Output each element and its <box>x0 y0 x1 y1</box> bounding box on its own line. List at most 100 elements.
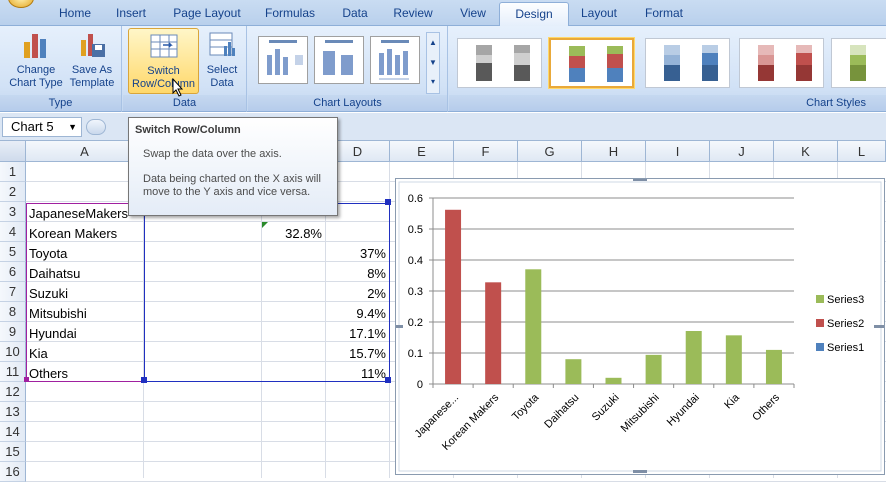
select-all-corner[interactable] <box>0 141 26 162</box>
y-tick-label: 0.2 <box>408 317 423 329</box>
legend-swatch-series3 <box>816 295 824 303</box>
legend-label-series2: Series2 <box>827 318 864 330</box>
tooltip-title: Switch Row/Column <box>135 124 241 136</box>
legend-label-series3: Series3 <box>827 294 864 306</box>
change-chart-type-button[interactable]: Change Chart Type <box>6 28 66 94</box>
row-header-4[interactable]: 4 <box>0 222 26 242</box>
ribbon-tab-bar: Home Insert Page Layout Formulas Data Review V… <box>0 0 886 27</box>
tab-home[interactable]: Home <box>54 5 96 26</box>
save-as-template-button[interactable]: Save As Template <box>66 28 118 94</box>
row-header-3[interactable]: 3 <box>0 202 26 222</box>
column-header-h[interactable]: H <box>582 141 646 162</box>
bar-series3-6 <box>685 330 702 384</box>
range-resize-handle-bottom[interactable] <box>385 377 391 383</box>
legend-swatch-series2 <box>816 319 824 327</box>
tab-review[interactable]: Review <box>388 5 438 26</box>
row-header-15[interactable]: 15 <box>0 442 26 462</box>
tab-design[interactable]: Design <box>499 2 569 27</box>
x-category-label: Toyota <box>510 391 542 423</box>
column-header-j[interactable]: J <box>710 141 774 162</box>
change-chart-type-label: Change Chart Type <box>9 64 63 89</box>
tab-insert[interactable]: Insert <box>110 5 152 26</box>
x-category-label: Others <box>750 391 782 423</box>
tooltip-text-1: Swap the data over the axis. <box>143 148 282 160</box>
chart-layouts-group: ▲ ▼ ▾ Chart Layouts <box>248 26 448 112</box>
more-icon[interactable]: ▾ <box>427 73 439 91</box>
name-box[interactable]: Chart 5 ▼ <box>2 117 82 137</box>
select-data-label: Select Data <box>206 64 238 89</box>
chart-object[interactable]: 0 0.1 0.2 0.3 0.4 0.5 0.6 Japanese... Korean Mak… <box>389 178 886 475</box>
data-group: Switch Row/Column Select Data Data <box>123 26 247 112</box>
scroll-up-icon[interactable]: ▲ <box>427 33 439 53</box>
chart-layouts-scroll[interactable]: ▲ ▼ ▾ <box>426 32 440 94</box>
chart-resize-handle <box>874 325 886 328</box>
row-header-11[interactable]: 11 <box>0 362 26 382</box>
row-header-2[interactable]: 2 <box>0 182 26 202</box>
chart-resize-handle <box>633 178 647 181</box>
category-range-highlight <box>26 203 144 382</box>
column-header-l[interactable]: L <box>838 141 886 162</box>
column-header-a[interactable]: A <box>26 141 144 162</box>
chart-style-2[interactable] <box>549 38 634 88</box>
row-header-14[interactable]: 14 <box>0 422 26 442</box>
tab-view[interactable]: View <box>453 5 493 26</box>
tab-layout[interactable]: Layout <box>575 5 623 26</box>
row-header-6[interactable]: 6 <box>0 262 26 282</box>
row-header-13[interactable]: 13 <box>0 402 26 422</box>
chart-layout-3[interactable] <box>370 36 420 84</box>
switch-row-column-button[interactable]: Switch Row/Column <box>128 28 199 94</box>
bar-series2-0 <box>445 209 462 384</box>
select-data-button[interactable]: Select Data <box>201 28 243 94</box>
y-tick-label: 0.5 <box>408 224 423 236</box>
y-tick-label: 0.4 <box>408 255 423 267</box>
switch-row-column-icon <box>150 34 177 58</box>
tooltip-text-2: Data being charted on the X axis will mo… <box>143 173 321 198</box>
range-resize-handle-top[interactable] <box>385 199 391 205</box>
column-header-i[interactable]: I <box>646 141 710 162</box>
scroll-down-icon[interactable]: ▼ <box>427 53 439 73</box>
tab-format[interactable]: Format <box>638 5 690 26</box>
formula-bar-handle[interactable] <box>86 119 106 135</box>
row-header-8[interactable]: 8 <box>0 302 26 322</box>
chart-layout-1[interactable] <box>258 36 308 84</box>
bar-series2-1 <box>485 282 502 384</box>
chart-style-5[interactable] <box>831 38 886 88</box>
chart-type-icon <box>24 34 46 58</box>
column-header-e[interactable]: E <box>390 141 454 162</box>
type-group: Change Chart Type Save As Template Type <box>0 26 122 112</box>
category-range-handle[interactable] <box>24 377 29 382</box>
office-button[interactable] <box>8 0 34 8</box>
save-template-icon <box>81 34 105 57</box>
chart-layouts-group-label: Chart Layouts <box>248 95 447 111</box>
switch-row-column-tooltip: Switch Row/Column Swap the data over the… <box>128 117 338 216</box>
error-indicator-icon <box>262 222 268 228</box>
x-category-label: Mitsubishi <box>619 392 662 435</box>
chart-layout-2[interactable] <box>314 36 364 84</box>
tab-data[interactable]: Data <box>337 5 373 26</box>
range-resize-handle-left[interactable] <box>141 377 147 383</box>
dropdown-arrow-icon[interactable]: ▼ <box>68 118 77 136</box>
row-header-10[interactable]: 10 <box>0 342 26 362</box>
chart-styles-group-label: Chart Styles <box>449 95 886 111</box>
bar-series3-2 <box>525 269 542 384</box>
chart-style-1[interactable] <box>457 38 542 88</box>
chart-resize-handle <box>389 325 403 328</box>
row-header-9[interactable]: 9 <box>0 322 26 342</box>
y-tick-label: 0.3 <box>408 286 423 298</box>
tab-page-layout[interactable]: Page Layout <box>169 5 245 26</box>
tab-formulas[interactable]: Formulas <box>259 5 321 26</box>
row-header-7[interactable]: 7 <box>0 282 26 302</box>
row-header-1[interactable]: 1 <box>0 162 26 182</box>
chart-style-4[interactable] <box>739 38 824 88</box>
bar-series3-3 <box>565 359 582 384</box>
row-header-5[interactable]: 5 <box>0 242 26 262</box>
x-category-label: Hyundai <box>665 392 702 429</box>
chart-style-3[interactable] <box>645 38 730 88</box>
row-header-16[interactable]: 16 <box>0 462 26 482</box>
y-tick-label: 0.1 <box>408 348 423 360</box>
column-header-f[interactable]: F <box>454 141 518 162</box>
legend-label-series1: Series1 <box>827 342 864 354</box>
row-header-12[interactable]: 12 <box>0 382 26 402</box>
column-header-g[interactable]: G <box>518 141 582 162</box>
column-header-k[interactable]: K <box>774 141 838 162</box>
